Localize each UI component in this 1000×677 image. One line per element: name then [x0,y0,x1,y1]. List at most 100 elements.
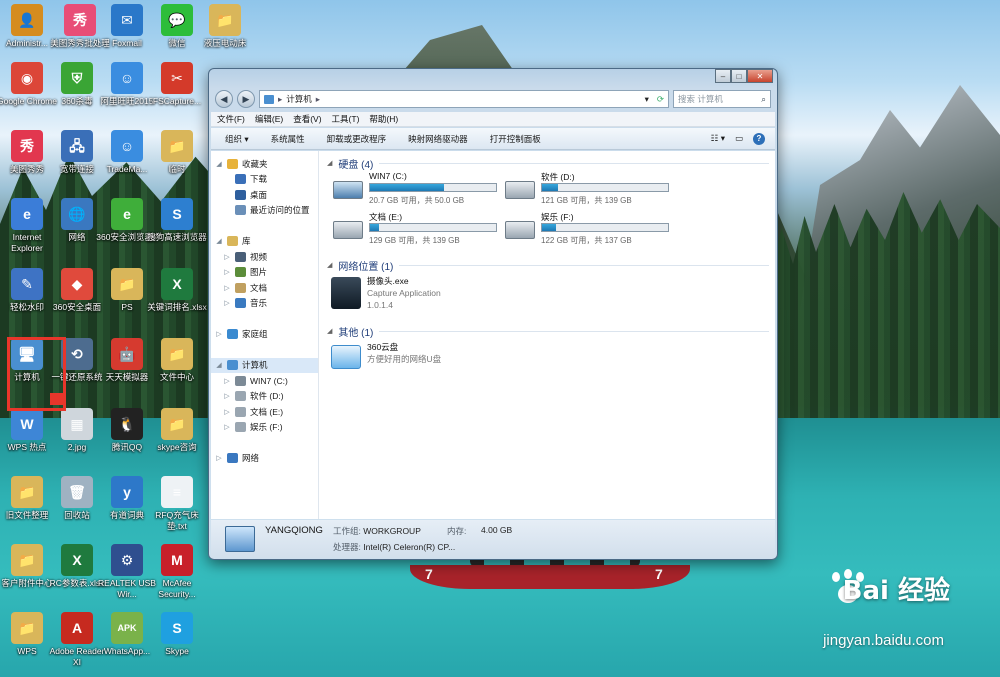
hard-drive-icon [333,221,363,239]
collapse-icon[interactable]: ◢ [327,327,332,335]
nav-item[interactable]: ▷ 娱乐 (F:) [211,420,318,436]
other-item[interactable]: 360云盘 方便好用的网络U盘 [323,339,775,385]
aliwangwang-icon: ☺ [111,62,143,94]
command-button[interactable]: 卸载或更改程序 [327,133,387,145]
wechat-icon: 💬 [161,4,193,36]
help-icon[interactable]: ? [753,132,765,145]
explorer-window[interactable]: – □ ✕ ◀ ▶ ▸ 计算机 ▸ ▾ ⟳ 搜索 计算机 ⌕ 文件(F) 编辑(E… [208,68,778,560]
expand-arrow-icon[interactable]: ▷ [215,330,223,338]
group-header-network[interactable]: ◢ 网络位置 (1) [323,257,775,273]
menu-item[interactable]: 查看(V) [293,113,321,125]
minimize-button[interactable]: – [715,69,731,83]
group-header-other[interactable]: ◢ 其他 (1) [323,323,775,339]
desktop-icon-label: skype咨询 [157,442,197,452]
expand-arrow-icon[interactable]: ▷ [223,377,231,385]
desktop-icon-item[interactable]: 📁 临时 [146,130,208,175]
item-version: 1.0.1.4 [367,300,393,310]
nav-item[interactable]: ◢ 库 [211,234,318,250]
desktop-icon-label: McAfee Security... [158,578,196,599]
drive-usage-fill [542,184,559,191]
nav-item[interactable]: 最近访问的位置 [211,203,318,219]
search-input[interactable]: 搜索 计算机 ⌕ [673,90,771,108]
preview-pane-icon[interactable]: ▭ [735,133,743,144]
breadcrumb-computer[interactable]: 计算机 [286,93,312,105]
close-button[interactable]: ✕ [747,69,773,83]
expand-arrow-icon[interactable]: ◢ [215,160,223,168]
back-button[interactable]: ◀ [215,90,233,108]
drive-item[interactable]: 文档 (E:) 129 GB 可用，共 139 GB [333,211,505,251]
workgroup-label: 工作组: [333,526,361,536]
nav-item[interactable]: ▷ 文档 [211,280,318,296]
menu-item[interactable]: 工具(T) [332,113,360,125]
desktop-icon-item[interactable]: 📁 液压电动床 [194,4,256,49]
nav-item[interactable]: 桌面 [211,187,318,203]
forward-button[interactable]: ▶ [237,90,255,108]
libraries-icon [227,236,238,247]
search-icon[interactable]: ⌕ [761,94,766,105]
expand-arrow-icon[interactable]: ▷ [223,268,231,276]
desktop-icon-label: Skype [165,646,189,656]
nav-item[interactable]: 下载 [211,172,318,188]
expand-arrow-icon[interactable]: ▷ [223,392,231,400]
desktop-icon-item[interactable]: ✂ FSCapture... [146,62,208,107]
command-button[interactable]: 组织 ▾ [225,133,249,145]
menu-bar: 文件(F) 编辑(E) 查看(V) 工具(T) 帮助(H) [211,112,775,127]
desktop-icon-item[interactable]: 📁 skype咨询 [146,408,208,453]
nav-item[interactable]: ▷ 家庭组 [211,327,318,343]
workgroup-value: WORKGROUP [363,526,421,536]
nav-item[interactable]: ▷ 软件 (D:) [211,389,318,405]
desktop-icon-item[interactable]: M McAfee Security... [146,544,208,600]
dropdown-arrow-icon[interactable]: ▾ [645,94,653,105]
nav-item-label: 网络 [242,453,260,464]
maximize-button[interactable]: □ [731,69,747,83]
drive-item[interactable]: WIN7 (C:) 20.7 GB 可用，共 50.0 GB [333,171,505,211]
drive-item[interactable]: 娱乐 (F:) 122 GB 可用，共 137 GB [505,211,677,251]
folder-icon: 📁 [209,4,241,36]
desktop-icon-item[interactable]: S Skype [146,612,208,657]
wps-hot-icon: W [11,408,43,440]
refresh-icon[interactable]: ⟳ [657,94,668,105]
expand-arrow-icon[interactable]: ▷ [223,423,231,431]
nav-item[interactable]: ▷ 网络 [211,451,318,467]
command-button[interactable]: 映射网络驱动器 [408,133,468,145]
workgroup-row: 工作组: WORKGROUP [333,525,443,537]
nav-item[interactable]: ▷ 音乐 [211,296,318,312]
expand-arrow-icon[interactable]: ◢ [215,361,223,369]
nav-item[interactable]: ▷ 文档 (E:) [211,404,318,420]
nav-item-label: 库 [242,236,251,247]
menu-item[interactable]: 帮助(H) [369,113,398,125]
command-button[interactable]: 系统属性 [271,133,305,145]
expand-arrow-icon[interactable]: ▷ [223,253,231,261]
nav-item[interactable]: ▷ 图片 [211,265,318,281]
network-location-item[interactable]: 摄像头.exe Capture Application 1.0.1.4 [323,273,775,319]
divider [399,264,769,266]
nav-item[interactable]: ◢ 计算机 [211,357,318,373]
desktop-icon-item[interactable]: S 搜狗高速浏览器 [146,198,208,243]
collapse-icon[interactable]: ◢ [327,159,332,167]
menu-item[interactable]: 文件(F) [217,113,245,125]
expand-arrow-icon[interactable]: ▷ [223,408,231,416]
nav-item[interactable]: ◢ 收藏夹 [211,156,318,172]
nav-item-label: 桌面 [250,189,268,200]
group-header-drives[interactable]: ◢ 硬盘 (4) [323,155,775,171]
nav-item[interactable]: ▷ WIN7 (C:) [211,373,318,389]
desktop-icon-item[interactable]: ≡ RFQ充气床垫.txt [146,476,208,532]
mcafee-icon: M [161,544,193,576]
expand-arrow-icon[interactable]: ▷ [215,454,223,462]
ie-icon: e [11,198,43,230]
nav-item[interactable]: ▷ 视频 [211,249,318,265]
desktop-icon-item[interactable]: 📁 文件中心 [146,338,208,383]
address-bar[interactable]: ▸ 计算机 ▸ ▾ ⟳ [259,90,669,108]
view-options-icon[interactable]: ☷ ▾ [711,133,725,144]
menu-item[interactable]: 编辑(E) [255,113,283,125]
details-grid: YANGQIONG 工作组: WORKGROUP 内存: 4.00 GB 处理器… [265,525,541,553]
expand-arrow-icon[interactable]: ▷ [223,284,231,292]
expand-arrow-icon[interactable]: ◢ [215,237,223,245]
emulator-icon: 🤖 [111,338,143,370]
desktop-icon-item[interactable]: X 关键词排名.xlsx [146,268,208,313]
computer-icon [225,526,255,552]
command-button[interactable]: 打开控制面板 [490,133,541,145]
expand-arrow-icon[interactable]: ▷ [223,299,231,307]
collapse-icon[interactable]: ◢ [327,261,332,269]
drive-item[interactable]: 软件 (D:) 121 GB 可用，共 139 GB [505,171,677,211]
